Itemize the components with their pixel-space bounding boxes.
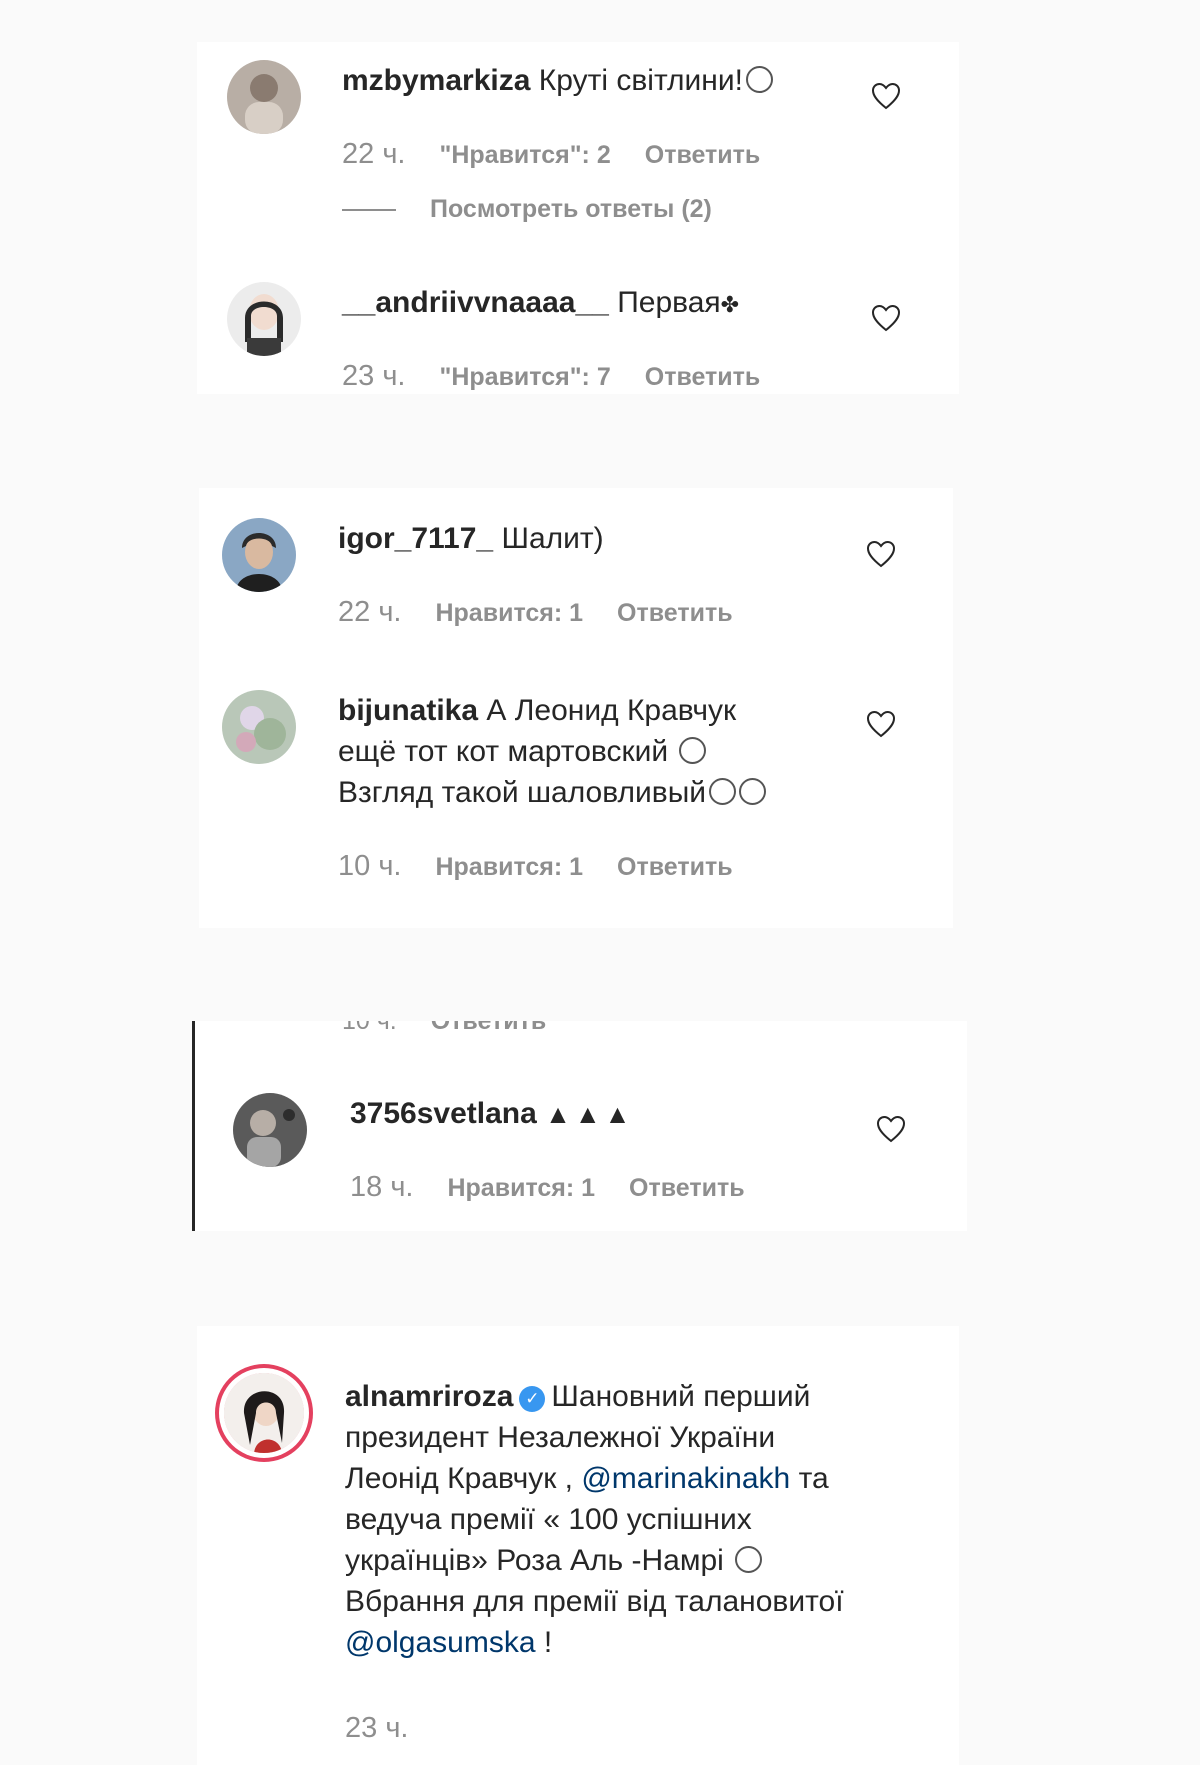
grimacing-emoji-icon [739, 778, 767, 805]
comment-meta: 18 ч. Нравится: 1 Ответить [350, 1171, 745, 1204]
comment-meta: 22 ч. Нравится: 1 Ответить [338, 596, 733, 629]
comment-likes[interactable]: Нравится: 1 [447, 1174, 595, 1202]
heart-icon[interactable] [871, 304, 901, 332]
mention-link[interactable]: @olgasumska [345, 1626, 536, 1659]
comment-time[interactable]: 18 ч. [350, 1171, 413, 1203]
comment-text: Шалит) [501, 522, 604, 555]
comment-username[interactable]: bijunatika [338, 694, 478, 727]
cat-emoji-icon: ▲▲▲ [545, 1099, 635, 1129]
comment-likes[interactable]: Нравится: 1 [435, 853, 583, 881]
comment-time[interactable]: 22 ч. [342, 138, 405, 170]
heart-icon[interactable] [876, 1115, 906, 1143]
avatar[interactable] [224, 1373, 304, 1453]
comment-likes[interactable]: Нравится: 1 [435, 599, 583, 627]
reply-button[interactable]: Ответить [629, 1174, 745, 1202]
comment-time[interactable]: 10 ч. [338, 850, 401, 882]
comment-username[interactable]: mzbymarkiza [342, 64, 530, 97]
view-replies-button[interactable]: Посмотреть ответы (2) [342, 195, 712, 224]
comment-meta: 23 ч. [345, 1712, 442, 1740]
grimacing-emoji-icon [679, 737, 707, 764]
reply-button[interactable]: Ответить [645, 141, 761, 169]
avatar[interactable] [227, 282, 301, 356]
comment-body: mzbymarkiza Круті світлини! [342, 60, 773, 101]
comment-body: igor_7117_ Шалит) [338, 518, 604, 559]
comment-time: 10 ч. [342, 1021, 397, 1034]
comment-meta: 10 ч. Нравится: 1 Ответить [338, 850, 733, 883]
reply-button[interactable]: Ответить [617, 853, 733, 881]
comment-username[interactable]: alnamriroza [345, 1380, 513, 1413]
comment-text-line: Шановний перший [551, 1380, 811, 1413]
comment-username[interactable]: 3756svetlana [350, 1097, 537, 1130]
comment-likes[interactable]: "Нравится": 7 [439, 363, 610, 391]
astonished-emoji-icon [745, 66, 773, 93]
comment-text-line: Леонід Кравчук , [345, 1462, 573, 1495]
comment-username[interactable]: __andriivvnaaaa__ [342, 286, 609, 319]
heart-icon[interactable] [871, 82, 901, 110]
comment-meta: 22 ч. "Нравится": 2 Ответить [342, 138, 760, 171]
verified-badge-icon: ✓ [519, 1386, 546, 1412]
comment-likes[interactable]: "Нравится": 2 [439, 141, 610, 169]
comment-text-line: ещё тот кот мартовский [338, 735, 669, 768]
comment-time[interactable]: 23 ч. [345, 1712, 408, 1740]
comment-card-4: alnamriroza ✓ Шановний перший президент Не… [197, 1326, 959, 1765]
cut-off-meta-row: 10 ч. Ответить [342, 1021, 546, 1034]
comment-text-line: А Леонид Кравчук [486, 694, 737, 727]
comment-meta: 23 ч. "Нравится": 7 Ответить [342, 360, 760, 393]
smirk-emoji-icon [735, 1546, 763, 1573]
mention-link[interactable]: @marinakinakh [581, 1462, 790, 1495]
view-replies-label: Посмотреть ответы (2) [430, 195, 712, 223]
reply-button[interactable]: Ответить [645, 363, 761, 391]
avatar[interactable] [227, 60, 301, 134]
reply-button[interactable]: Ответить [617, 599, 733, 627]
hearts-emoji-icon: ✤ [720, 292, 740, 317]
comment-text-line: Взгляд такой шаловливый [338, 776, 707, 809]
comment-body: alnamriroza ✓ Шановний перший президент Не… [345, 1376, 844, 1663]
avatar[interactable] [222, 690, 296, 764]
avatar[interactable] [233, 1093, 307, 1167]
reply-button[interactable]: Ответить [431, 1021, 547, 1034]
heart-icon[interactable] [866, 540, 896, 568]
comment-text: Первая [617, 286, 721, 319]
comment-card-3: 10 ч. Ответить 3756svetlana ▲▲▲ 18 ч. Нрав… [192, 1021, 967, 1231]
smirk-emoji-icon [709, 778, 737, 805]
comment-text-line: українців» Роза Аль -Намрі [345, 1544, 724, 1577]
comment-card-2: igor_7117_ Шалит) 22 ч. Нравится: 1 Ответи… [199, 488, 953, 928]
comment-username[interactable]: igor_7117_ [338, 522, 493, 555]
comment-text-line: та [798, 1462, 829, 1495]
comment-time[interactable]: 22 ч. [338, 596, 401, 628]
heart-icon[interactable] [866, 710, 896, 738]
comment-text: Круті світлини! [538, 64, 743, 97]
replies-divider [342, 209, 396, 212]
comment-text-line: ведуча премії « 100 успішних [345, 1503, 752, 1536]
comment-body: bijunatika А Леонид Кравчук ещё тот кот … [338, 690, 767, 813]
comment-body: __andriivvnaaaa__ Первая✤ [342, 282, 739, 325]
comment-body: 3756svetlana ▲▲▲ [350, 1093, 634, 1135]
avatar[interactable] [222, 518, 296, 592]
comment-time[interactable]: 23 ч. [342, 360, 405, 392]
comment-card-1: mzbymarkiza Круті світлини! 22 ч. "Нравит… [197, 42, 959, 394]
comment-text-line: президент Незалежної України [345, 1421, 776, 1454]
comment-text-line: ! [543, 1626, 553, 1659]
comment-text-line: Вбрання для премії від талановитої [345, 1585, 844, 1618]
